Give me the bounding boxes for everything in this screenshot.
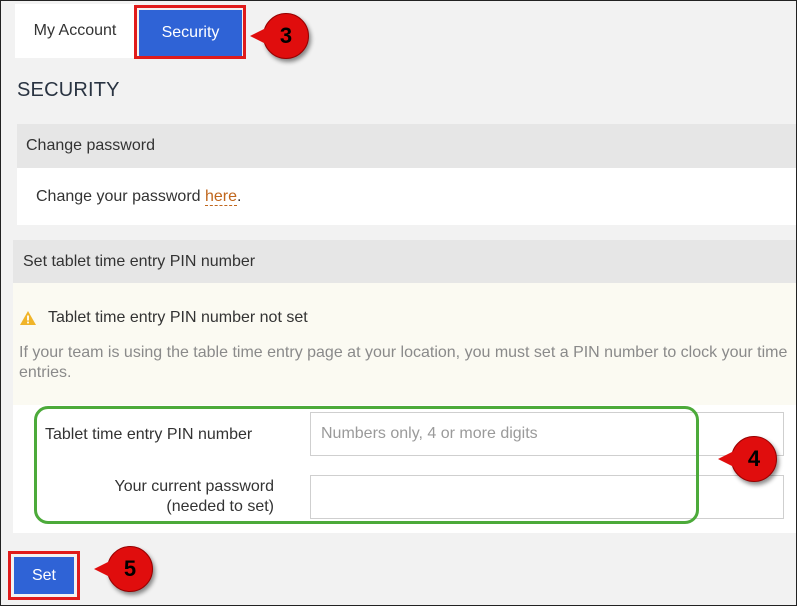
change-password-suffix: . bbox=[237, 188, 242, 205]
pin-warning-text: If your team is using the table time ent… bbox=[19, 344, 788, 381]
change-password-link[interactable]: here bbox=[204, 188, 238, 206]
tab-security[interactable]: Security bbox=[139, 10, 242, 56]
pin-section-header: Set tablet time entry PIN number bbox=[13, 240, 796, 283]
page-title: SECURITY bbox=[17, 79, 120, 101]
callout-3: 3 bbox=[250, 13, 309, 59]
tab-bar: My Account Security 3 bbox=[1, 1, 796, 59]
change-password-header: Change password bbox=[17, 124, 796, 168]
form-highlight bbox=[34, 406, 699, 524]
callout-5: 5 bbox=[94, 546, 153, 592]
change-password-prefix: Change your password bbox=[36, 188, 205, 205]
tab-my-account[interactable]: My Account bbox=[15, 4, 135, 58]
change-password-text: Change your password here. bbox=[36, 188, 241, 206]
security-settings-window: My Account Security 3 SECURITY Change pa… bbox=[0, 0, 797, 606]
warning-triangle-icon bbox=[20, 311, 36, 325]
change-password-panel: Change your password here. bbox=[17, 168, 796, 225]
pin-warning-title: Tablet time entry PIN number not set bbox=[48, 309, 308, 326]
pin-warning-panel: Tablet time entry PIN number not set If … bbox=[13, 283, 796, 405]
set-button[interactable]: Set bbox=[14, 557, 74, 594]
callout-4: 4 bbox=[718, 436, 777, 482]
